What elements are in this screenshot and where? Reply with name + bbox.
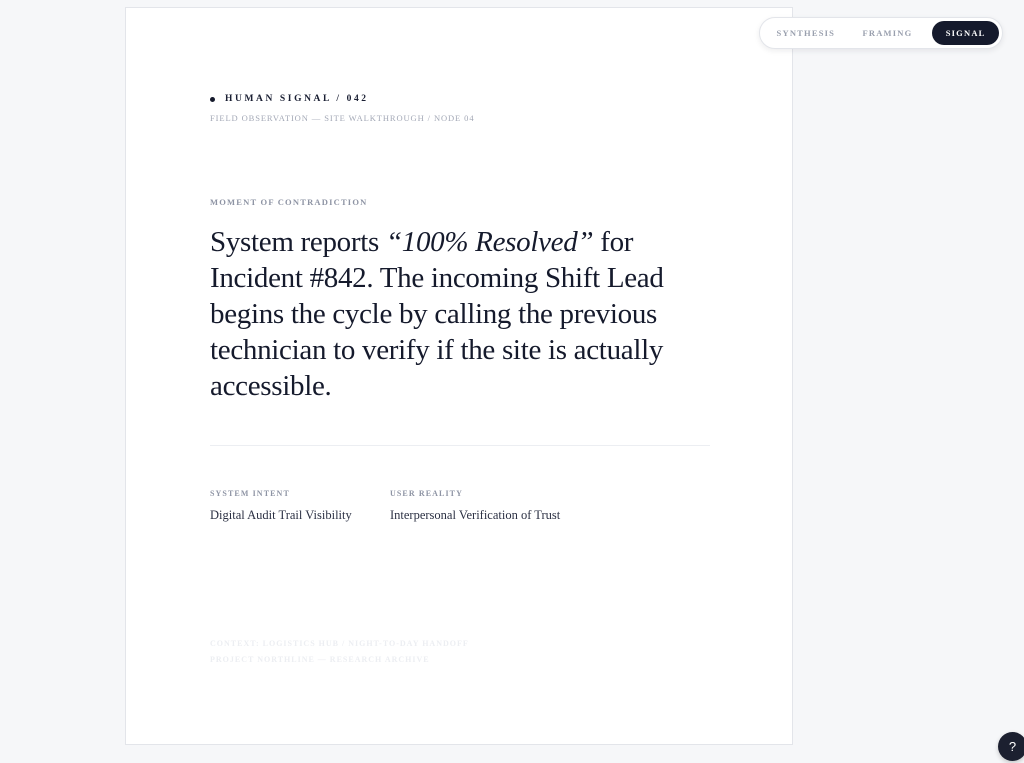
system-intent: SYSTEM INTENT Digital Audit Trail Visibi… [210,489,352,523]
card-header: HUMAN SIGNAL / 042 FIELD OBSERVATION — S… [210,94,474,123]
signal-tag: HUMAN SIGNAL / 042 [210,94,474,104]
user-reality-label: USER REALITY [390,489,463,498]
help-button[interactable]: ? [998,732,1024,761]
project-line: PROJECT NORTHLINE — RESEARCH ARCHIVE [210,655,430,664]
signal-tag-text: HUMAN SIGNAL / 042 [225,94,369,104]
user-reality: USER REALITY Interpersonal Verification … [390,489,560,523]
statement-quote: “100% Resolved” [385,226,594,258]
context-line: CONTEXT: LOGISTICS HUB / NIGHT-TO-DAY HA… [210,639,469,648]
system-intent-value: Digital Audit Trail Visibility [210,508,352,522]
system-intent-label: SYSTEM INTENT [210,489,290,498]
observation-subline: FIELD OBSERVATION — SITE WALKTHROUGH / N… [210,113,475,123]
moment-label: MOMENT OF CONTRADICTION [210,197,368,207]
bullet-dot-icon [210,96,215,102]
tab-signal[interactable]: SIGNAL [932,21,999,45]
signal-card: HUMAN SIGNAL / 042 FIELD OBSERVATION — S… [125,7,793,745]
card-footer: CONTEXT: LOGISTICS HUB / NIGHT-TO-DAY HA… [210,636,469,668]
contradiction-statement: System reports “100% Resolved” for Incid… [210,224,710,404]
divider [210,445,710,446]
tab-framing[interactable]: FRAMING [849,21,927,45]
user-reality-value: Interpersonal Verification of Trust [390,508,561,522]
tab-synthesis[interactable]: SYNTHESIS [763,21,849,45]
statement-lead: System reports [210,226,386,258]
view-toggle: SYNTHESIS FRAMING SIGNAL [759,17,1003,49]
